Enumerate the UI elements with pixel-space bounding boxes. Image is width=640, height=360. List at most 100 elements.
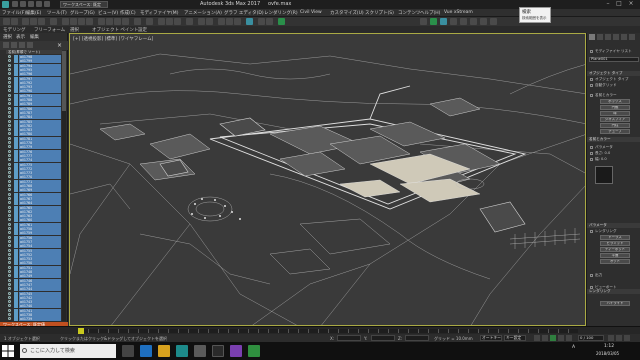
render-icon[interactable] [278, 18, 285, 25]
scale-icon[interactable] [114, 18, 121, 25]
visibility-eye-icon[interactable] [8, 265, 11, 269]
visibility-eye-icon[interactable] [8, 304, 11, 308]
visibility-eye-icon[interactable] [8, 76, 11, 80]
checkbox[interactable] [590, 146, 593, 149]
visibility-eye-icon[interactable] [8, 136, 11, 140]
rollout-header[interactable]: 名前とカラー [587, 137, 640, 142]
vue-plant-icon[interactable] [470, 18, 477, 25]
selection-filter-icon[interactable] [50, 18, 57, 25]
undo-icon[interactable] [36, 1, 42, 7]
menu-scripting[interactable]: スクリプト(S) [365, 10, 394, 16]
visibility-eye-icon[interactable] [8, 59, 11, 63]
visibility-eye-icon[interactable] [8, 184, 11, 187]
object-type-button[interactable]: トーラス [600, 235, 630, 240]
visibility-eye-icon[interactable] [8, 141, 11, 144]
menu-tools[interactable]: ツール(T) [47, 10, 67, 16]
windows-start-icon[interactable] [2, 345, 14, 357]
mirror-icon[interactable] [198, 18, 205, 25]
select-object-icon[interactable] [62, 18, 69, 25]
visibility-eye-icon[interactable] [8, 222, 11, 226]
bind-space-warp-icon[interactable] [38, 18, 45, 25]
file-explorer-icon[interactable] [158, 345, 170, 357]
filter-icon[interactable] [3, 42, 9, 48]
visibility-eye-icon[interactable] [8, 89, 11, 93]
checkbox[interactable] [590, 78, 593, 81]
schematic-view-icon[interactable] [234, 18, 241, 25]
visibility-eye-icon[interactable] [8, 162, 11, 166]
auto-key-button[interactable]: オートキー [480, 335, 502, 341]
visibility-eye-icon[interactable] [8, 63, 11, 67]
menu-animation[interactable]: アニメーション(A) [184, 10, 222, 16]
visibility-eye-icon[interactable] [8, 274, 11, 278]
menu-rendering[interactable]: レンダリング(R) [264, 10, 298, 16]
explorer-tab-display[interactable]: 表示 [16, 34, 25, 40]
checkbox[interactable] [590, 50, 593, 53]
visibility-eye-icon[interactable] [8, 218, 11, 222]
modify-tab-icon[interactable] [597, 34, 603, 40]
object-type-button[interactable]: オクト [600, 259, 630, 264]
app-icon-purple[interactable] [230, 345, 242, 357]
close-icon[interactable]: × [57, 42, 62, 49]
perspective-viewport[interactable]: [+] [透視投影] [標準] [ワイヤフレーム] [69, 33, 586, 326]
display-shapes-icon[interactable] [19, 42, 25, 48]
visibility-eye-icon[interactable] [8, 278, 11, 282]
material-editor-icon[interactable] [246, 18, 253, 25]
visibility-eye-icon[interactable] [8, 317, 11, 321]
menu-file[interactable]: ファイル(F) [2, 10, 26, 16]
object-type-button[interactable]: 平面 [600, 253, 630, 258]
teapot-icon[interactable] [420, 18, 427, 25]
next-frame-icon[interactable] [558, 335, 564, 341]
checkbox[interactable] [590, 286, 593, 289]
y-coord-field[interactable] [371, 335, 395, 341]
visibility-eye-icon[interactable] [8, 214, 11, 218]
menu-create[interactable]: 作成(C) [120, 10, 136, 16]
visibility-eye-icon[interactable] [8, 227, 11, 230]
menu-edit[interactable]: 編集(E) [26, 10, 41, 16]
visibility-eye-icon[interactable] [8, 244, 11, 248]
visibility-eye-icon[interactable] [8, 313, 11, 316]
visibility-eye-icon[interactable] [8, 257, 11, 261]
visibility-eye-icon[interactable] [8, 239, 11, 243]
unlink-icon[interactable] [30, 18, 37, 25]
rollout-header[interactable]: オブジェクト タイプ [587, 71, 640, 76]
visibility-eye-icon[interactable] [8, 295, 11, 299]
visibility-eye-icon[interactable] [8, 55, 11, 58]
visibility-eye-icon[interactable] [8, 132, 11, 136]
visibility-eye-icon[interactable] [8, 252, 11, 256]
visibility-eye-icon[interactable] [8, 205, 11, 209]
input-language[interactable]: A [572, 345, 575, 350]
move-icon[interactable] [98, 18, 105, 25]
vue-ecosystem-icon[interactable] [480, 18, 487, 25]
menu-vue-xstream[interactable]: Vue xStream [444, 10, 473, 15]
window-crossing-icon[interactable] [86, 18, 93, 25]
time-slider[interactable] [0, 326, 640, 334]
select-by-name-icon[interactable] [70, 18, 77, 25]
go-to-end-icon[interactable] [566, 335, 572, 341]
render-setup-icon[interactable] [258, 18, 265, 25]
workspace-dropdown[interactable]: ワークスペース: 既定 [60, 1, 108, 8]
pan-icon[interactable] [616, 335, 622, 341]
object-type-button[interactable]: ピラミッド [600, 241, 630, 246]
layer-explorer-icon[interactable] [218, 18, 225, 25]
vue-object-icon[interactable] [440, 18, 447, 25]
vue-atmosphere-icon[interactable] [450, 18, 457, 25]
visibility-eye-icon[interactable] [8, 261, 11, 265]
explorer-scrollbar[interactable] [62, 51, 66, 321]
explorer-tab-edit[interactable]: 編集 [30, 34, 39, 40]
pivot-center-icon[interactable] [146, 18, 153, 25]
visibility-eye-icon[interactable] [8, 98, 11, 101]
visibility-eye-icon[interactable] [8, 270, 11, 273]
visibility-eye-icon[interactable] [8, 106, 11, 110]
app-icon-green[interactable] [248, 345, 260, 357]
visibility-eye-icon[interactable] [8, 119, 11, 123]
play-icon[interactable] [550, 335, 556, 341]
visibility-eye-icon[interactable] [8, 115, 11, 119]
visibility-eye-icon[interactable] [8, 128, 11, 132]
visibility-eye-icon[interactable] [8, 300, 11, 304]
object-name-field[interactable]: Plane001 [589, 57, 639, 62]
menu-modifiers[interactable]: モディファイヤ(M) [140, 10, 178, 16]
terminal-icon[interactable] [212, 345, 224, 357]
visibility-eye-icon[interactable] [8, 291, 11, 295]
checkbox[interactable] [590, 230, 593, 233]
visibility-eye-icon[interactable] [8, 72, 11, 76]
